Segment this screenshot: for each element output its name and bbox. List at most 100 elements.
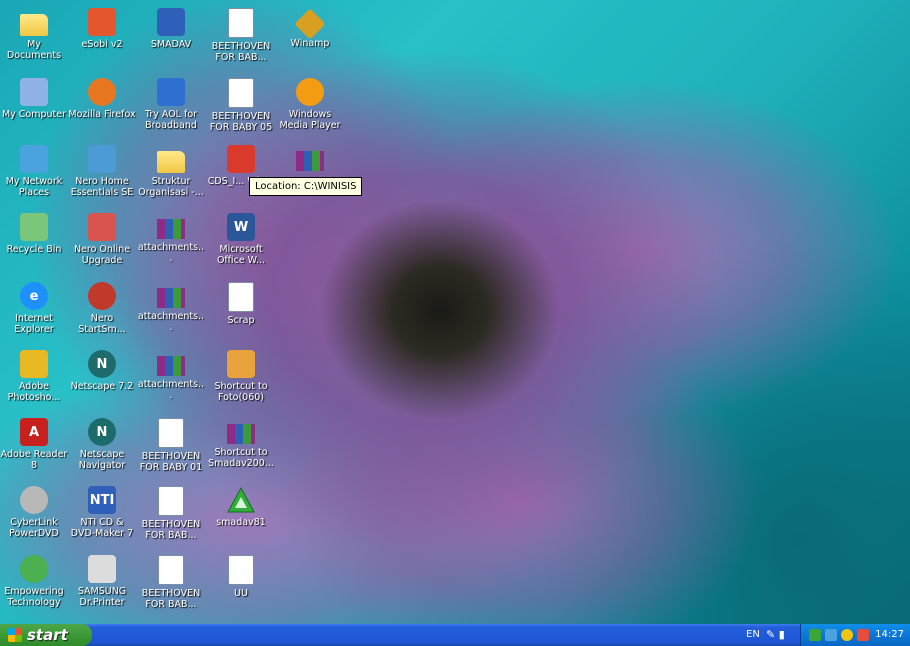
photoshop-icon [20, 350, 48, 378]
desktop-icon[interactable]: My Documents [0, 8, 68, 61]
desktop-icon-label: Winamp [290, 38, 330, 49]
recycle-bin-icon [20, 213, 48, 241]
desktop-icon-label: My Documents [6, 39, 62, 61]
desktop-icon-label: Windows Media Player [279, 109, 341, 131]
desktop-icon[interactable]: Windows Media Player [276, 78, 344, 131]
nti-cd-maker-icon: NTI [88, 486, 116, 514]
winrar-archive-icon [157, 356, 185, 376]
network-places-icon [20, 145, 48, 173]
desktop-icon[interactable]: Mozilla Firefox [68, 78, 136, 120]
desktop-icon[interactable]: My Network Places [0, 145, 68, 198]
desktop-icon[interactable]: eSobi v2 [68, 8, 136, 50]
winrar-archive-icon [296, 151, 324, 171]
desktop-icon[interactable]: N Netscape Navigator [68, 418, 136, 471]
jpeg-image-icon [227, 350, 255, 378]
desktop-icon[interactable]: My Computer [0, 78, 68, 120]
desktop-icon[interactable]: Shortcut to Smadav200... [207, 418, 275, 469]
desktop-icon[interactable]: Nero StartSm... [68, 282, 136, 335]
desktop-icon[interactable]: Empowering Technology [0, 555, 68, 608]
netscape-icon: N [88, 418, 116, 446]
audio-file-icon [158, 418, 184, 448]
desktop-icon[interactable]: BEETHOVEN FOR BAB... [207, 8, 275, 63]
desktop-icon[interactable]: Nero Home Essentials SE [68, 145, 136, 198]
clock[interactable]: 14:27 [875, 629, 904, 640]
text-document-icon [228, 282, 254, 312]
desktop-icon[interactable]: Adobe Photosho... [0, 350, 68, 403]
desktop-icon[interactable]: W Microsoft Office W... [207, 213, 275, 266]
desktop-icon-label: Nero Online Upgrade [73, 244, 131, 266]
smadav-triangle-icon [227, 486, 255, 514]
language-indicator[interactable]: EN [746, 629, 760, 640]
printer-icon [88, 555, 116, 583]
desktop-icon[interactable]: NTI NTI CD & DVD-Maker 7 [68, 486, 136, 539]
desktop-icon-label: Netscape 7.2 [70, 381, 134, 392]
tray-network-icon[interactable] [825, 629, 837, 641]
winrar-archive-icon [227, 424, 255, 444]
adobe-reader-icon: A [20, 418, 48, 446]
desktop-icon[interactable]: BEETHOVEN FOR BABY 05 [207, 78, 275, 133]
tray-volume-icon[interactable] [857, 629, 869, 641]
desktop-icon-label: BEETHOVEN FOR BAB... [141, 519, 201, 541]
desktop-icon-label: eSobi v2 [81, 39, 123, 50]
nero-startsmart-icon [88, 282, 116, 310]
audio-file-icon [158, 555, 184, 585]
desktop-icon-label: CyberLink PowerDVD [9, 517, 59, 539]
desktop-icon-label: Microsoft Office W... [216, 244, 266, 266]
language-bar-tools-icon[interactable]: ✎ ▮ [766, 628, 785, 641]
desktop-icon[interactable]: Try AOL for Broadband [137, 78, 205, 131]
taskbar: start EN ✎ ▮ 14:27 [0, 624, 910, 646]
desktop-icon[interactable]: e Internet Explorer [0, 282, 68, 335]
desktop-icon-label: BEETHOVEN FOR BABY 05 [209, 111, 273, 133]
desktop-icon[interactable]: Winamp [276, 8, 344, 49]
text-document-icon [228, 555, 254, 585]
desktop-icon-label: My Network Places [5, 176, 63, 198]
desktop-icon[interactable]: attachments... [137, 282, 205, 333]
desktop-icon-label: Struktur Organisasi -... [138, 176, 204, 198]
desktop-icon[interactable]: smadav81 [207, 486, 275, 528]
desktop-icon[interactable]: Scrap [207, 282, 275, 326]
desktop[interactable]: My Documents eSobi v2 SMADAV BEETHOVEN FOR … [0, 0, 910, 624]
desktop-icon-label: Internet Explorer [14, 313, 54, 335]
desktop-icon[interactable]: SAMSUNG Dr.Printer [68, 555, 136, 608]
system-tray: 14:27 [800, 624, 910, 646]
desktop-icon-label: smadav81 [216, 517, 266, 528]
desktop-icon-label: NTI CD & DVD-Maker 7 [70, 517, 134, 539]
desktop-icon-label: UU [234, 588, 248, 599]
desktop-icon-label: SAMSUNG Dr.Printer [77, 586, 127, 608]
desktop-icon-label: Mozilla Firefox [68, 109, 136, 120]
desktop-icon[interactable] [276, 145, 344, 174]
desktop-icon[interactable]: CyberLink PowerDVD [0, 486, 68, 539]
desktop-icon[interactable]: A Adobe Reader 8 [0, 418, 68, 471]
desktop-icon[interactable]: UU [207, 555, 275, 599]
desktop-icon-label: Scrap [227, 315, 255, 326]
desktop-icon[interactable]: BEETHOVEN FOR BAB... [137, 555, 205, 610]
nero-online-icon [88, 213, 116, 241]
tray-app-icon[interactable] [841, 629, 853, 641]
desktop-icon-label: BEETHOVEN FOR BAB... [141, 588, 201, 610]
start-label: start [27, 626, 68, 644]
desktop-icon-label: attachments... [137, 242, 205, 264]
desktop-icon[interactable]: SMADAV [137, 8, 205, 50]
desktop-icon[interactable]: Struktur Organisasi -... [137, 145, 205, 198]
desktop-icon[interactable]: Shortcut to Foto(060) [207, 350, 275, 403]
start-button[interactable]: start [0, 624, 92, 646]
desktop-icon-label: SMADAV [150, 39, 192, 50]
desktop-icon-label: Shortcut to Smadav200... [208, 447, 274, 469]
audio-file-icon [228, 78, 254, 108]
aol-icon [157, 78, 185, 106]
desktop-icon[interactable]: Recycle Bin [0, 213, 68, 255]
desktop-icon[interactable]: Nero Online Upgrade [68, 213, 136, 266]
my-computer-icon [20, 78, 48, 106]
desktop-icon[interactable]: BEETHOVEN FOR BAB... [137, 486, 205, 541]
powerdvd-icon [20, 486, 48, 514]
my-documents-icon [20, 14, 48, 36]
tray-shield-icon[interactable] [809, 629, 821, 641]
esobi-icon [88, 8, 116, 36]
desktop-icon[interactable]: attachments... [137, 350, 205, 401]
desktop-icon[interactable]: attachments... [137, 213, 205, 264]
desktop-icon-label: BEETHOVEN FOR BAB... [211, 41, 271, 63]
desktop-icon[interactable]: BEETHOVEN FOR BABY 01 [137, 418, 205, 473]
audio-file-icon [228, 8, 254, 38]
desktop-icon[interactable]: N Netscape 7.2 [68, 350, 136, 392]
desktop-icon-label: Netscape Navigator [78, 449, 126, 471]
